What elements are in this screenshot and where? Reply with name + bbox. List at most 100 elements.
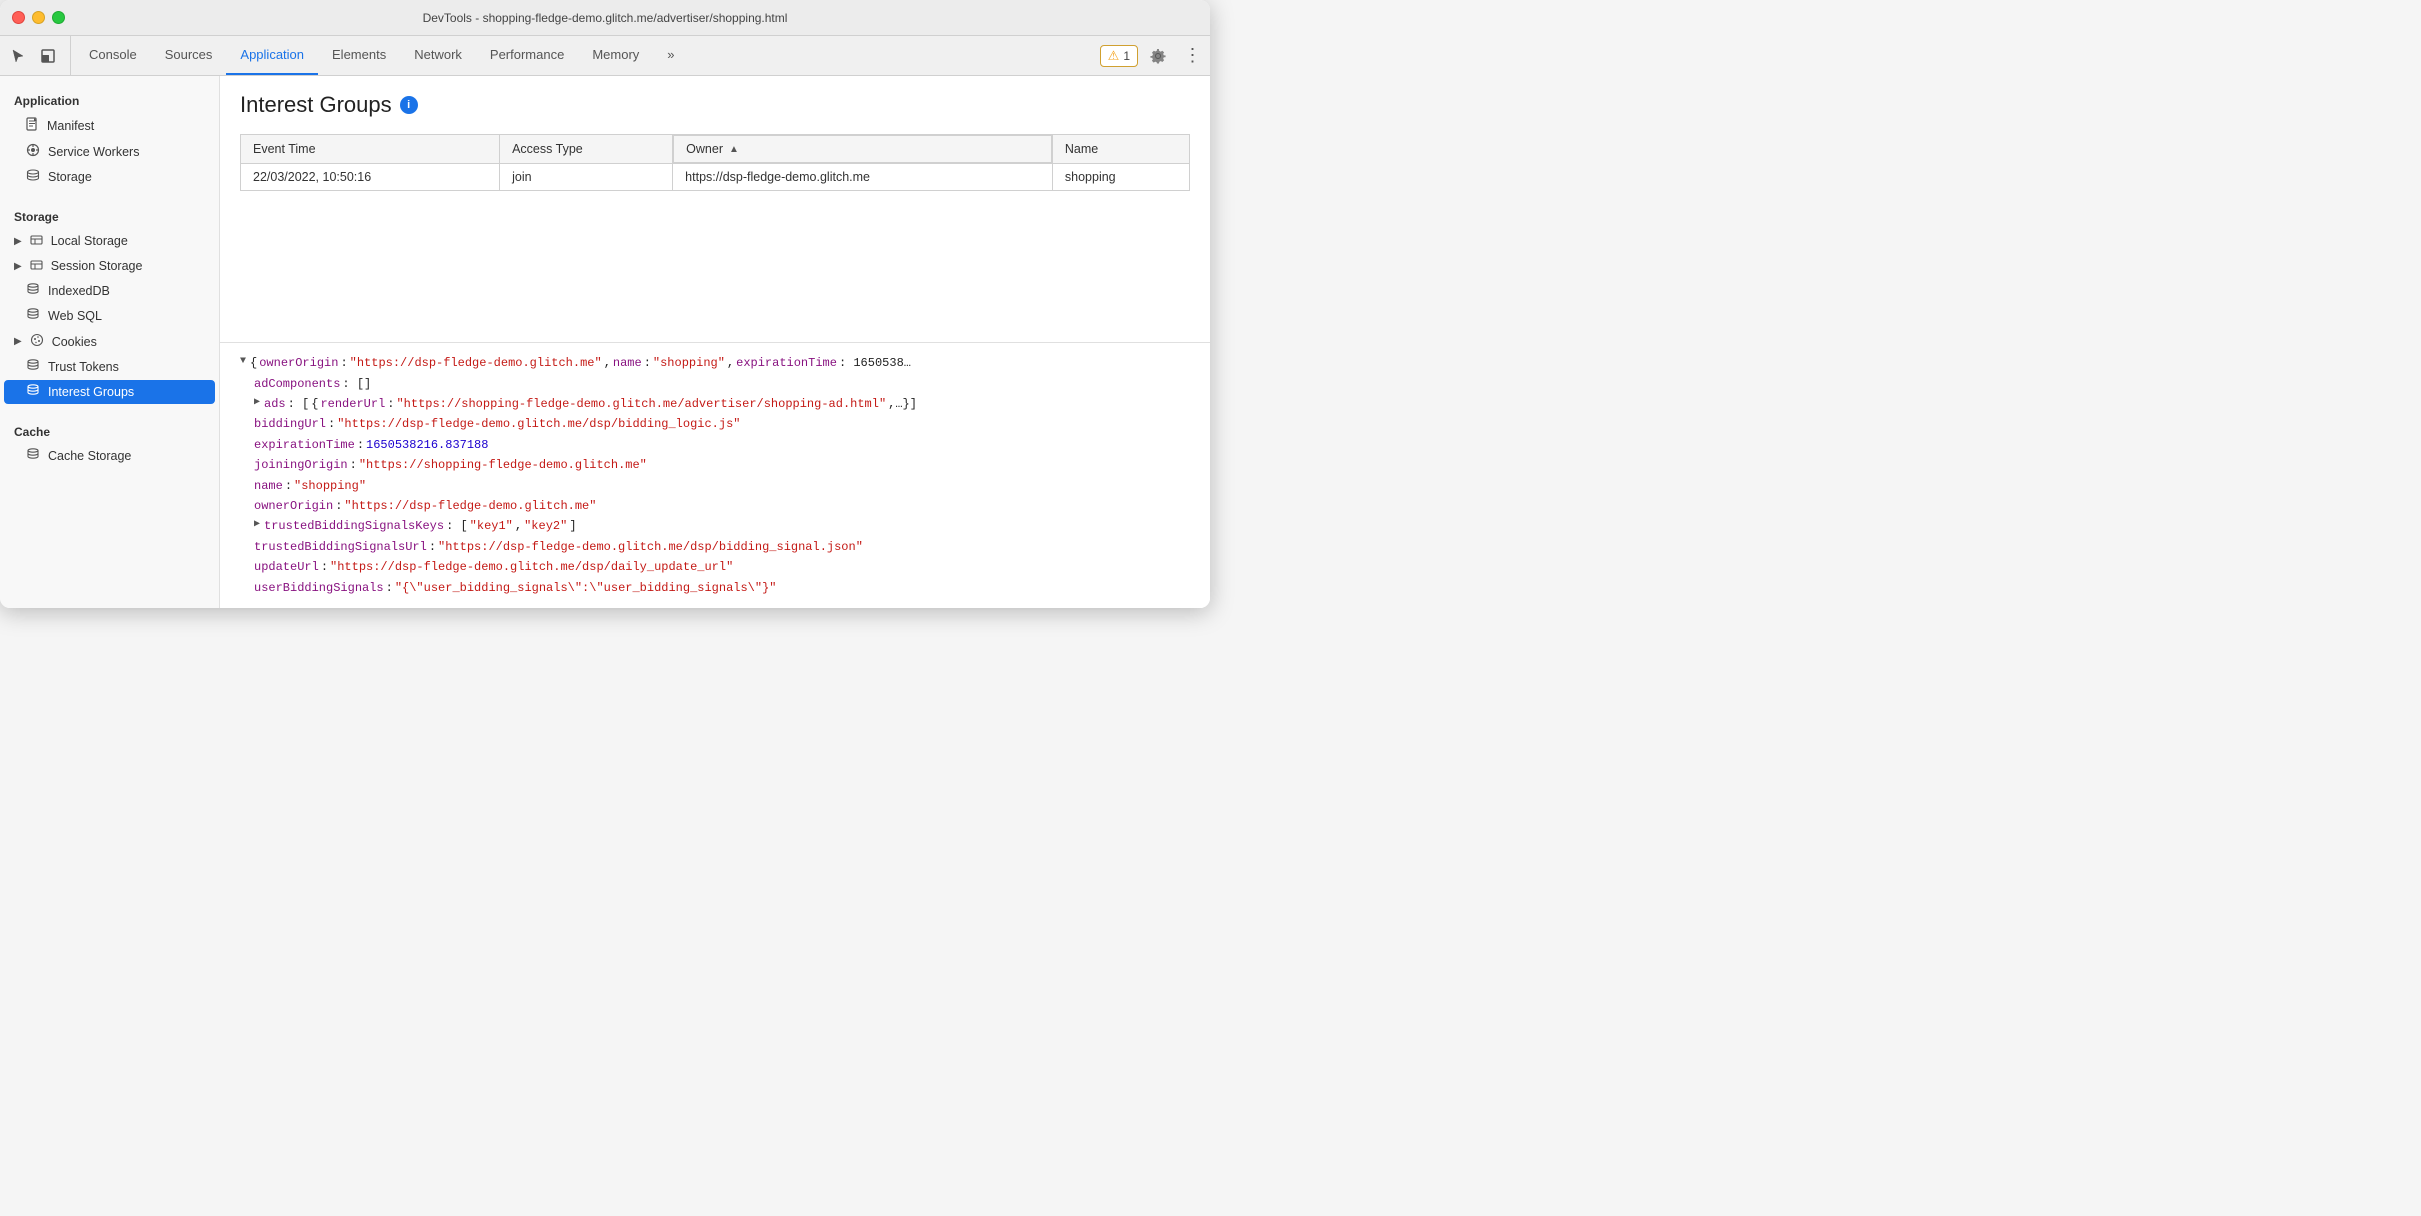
main-content: Application Manifest	[0, 76, 1210, 608]
toolbar: Console Sources Application Elements Net…	[0, 36, 1210, 76]
sidebar-item-storage-label: Storage	[48, 170, 92, 184]
col-owner[interactable]: Owner ▲	[673, 135, 1052, 163]
table-row[interactable]: 22/03/2022, 10:50:16 join https://dsp-fl…	[241, 164, 1190, 191]
table-body: 22/03/2022, 10:50:16 join https://dsp-fl…	[241, 164, 1190, 191]
sidebar-item-web-sql-label: Web SQL	[48, 309, 102, 323]
minimize-button[interactable]	[32, 11, 45, 24]
sidebar-item-service-workers[interactable]: Service Workers	[4, 139, 215, 164]
col-access-type[interactable]: Access Type	[500, 135, 673, 164]
trusted-keys-toggle[interactable]: ▶	[254, 516, 260, 533]
json-line-trustedbiddingsignalsurl: trustedBiddingSignalsUrl : "https://dsp-…	[240, 537, 1194, 557]
warning-icon: ⚠	[1108, 48, 1120, 64]
sidebar-item-cookies[interactable]: ▶ Cookies	[4, 329, 215, 354]
json-line-updateurl: updateUrl : "https://dsp-fledge-demo.gli…	[240, 557, 1194, 577]
json-line-expirationtime: expirationTime : 1650538216.837188	[240, 435, 1194, 455]
warning-badge[interactable]: ⚠ 1	[1100, 45, 1138, 67]
local-storage-arrow: ▶	[14, 236, 22, 247]
trust-tokens-icon	[26, 359, 40, 375]
window-title: DevTools - shopping-fledge-demo.glitch.m…	[423, 11, 788, 25]
sidebar-section-cache: Cache	[0, 417, 219, 443]
manifest-icon	[26, 117, 39, 134]
sidebar-item-session-storage[interactable]: ▶ Session Storage	[4, 254, 215, 278]
local-storage-icon	[30, 233, 43, 249]
toolbar-left-icons	[4, 36, 71, 75]
json-line-trustedbiddingsignalskeys: ▶ trustedBiddingSignalsKeys : [ "key1" ,…	[240, 516, 1194, 536]
close-button[interactable]	[12, 11, 25, 24]
sidebar-item-storage[interactable]: Storage	[4, 165, 215, 189]
info-icon[interactable]: i	[400, 96, 418, 114]
json-line-userbiddingsignals: userBiddingSignals : "{\"user_bidding_si…	[240, 578, 1194, 598]
json-line-root: ▼ { ownerOrigin : "https://dsp-fledge-de…	[240, 353, 1194, 373]
sidebar-item-interest-groups-label: Interest Groups	[48, 385, 134, 399]
panel-title: Interest Groups	[240, 92, 392, 118]
session-storage-icon	[30, 258, 43, 274]
tab-memory[interactable]: Memory	[578, 36, 653, 75]
cursor-icon[interactable]	[4, 42, 32, 70]
tab-console[interactable]: Console	[75, 36, 151, 75]
tab-elements[interactable]: Elements	[318, 36, 400, 75]
cell-name: shopping	[1052, 164, 1189, 191]
cookies-arrow: ▶	[14, 336, 22, 347]
sidebar-item-local-storage[interactable]: ▶ Local Storage	[4, 229, 215, 253]
content-panel: Interest Groups i Event Time Access Type	[220, 76, 1210, 608]
sidebar-item-cache-storage[interactable]: Cache Storage	[4, 444, 215, 468]
session-storage-arrow: ▶	[14, 261, 22, 272]
sidebar-item-manifest[interactable]: Manifest	[4, 113, 215, 138]
tab-application[interactable]: Application	[226, 36, 318, 75]
ads-toggle[interactable]: ▶	[254, 394, 260, 411]
cell-access-type: join	[500, 164, 673, 191]
sidebar-item-cache-storage-label: Cache Storage	[48, 449, 131, 463]
sidebar-item-indexeddb[interactable]: IndexedDB	[4, 279, 215, 303]
sidebar-item-trust-tokens-label: Trust Tokens	[48, 360, 119, 374]
sidebar-item-trust-tokens[interactable]: Trust Tokens	[4, 355, 215, 379]
sidebar-item-cookies-label: Cookies	[52, 335, 97, 349]
toolbar-right: ⚠ 1 ⋮	[1092, 36, 1206, 75]
table-header: Event Time Access Type Owner ▲ Name	[241, 135, 1190, 164]
sidebar-item-indexeddb-label: IndexedDB	[48, 284, 110, 298]
json-line-ownerorigin: ownerOrigin : "https://dsp-fledge-demo.g…	[240, 496, 1194, 516]
interest-groups-table: Event Time Access Type Owner ▲ Name	[240, 134, 1190, 191]
tab-performance[interactable]: Performance	[476, 36, 578, 75]
tab-sources[interactable]: Sources	[151, 36, 227, 75]
json-line-adcomponents: adComponents : []	[240, 374, 1194, 394]
sidebar-item-manifest-label: Manifest	[47, 119, 94, 133]
sidebar-item-service-workers-label: Service Workers	[48, 145, 139, 159]
interest-groups-icon	[26, 384, 40, 400]
json-line-ads: ▶ ads : [ { renderUrl : "https://shoppin…	[240, 394, 1194, 414]
owner-sort-arrow: ▲	[729, 144, 739, 155]
sidebar-item-interest-groups[interactable]: Interest Groups	[4, 380, 215, 404]
sidebar: Application Manifest	[0, 76, 220, 608]
devtools-window: DevTools - shopping-fledge-demo.glitch.m…	[0, 0, 1210, 608]
sidebar-item-local-storage-label: Local Storage	[51, 234, 128, 248]
sidebar-item-web-sql[interactable]: Web SQL	[4, 304, 215, 328]
tab-network[interactable]: Network	[400, 36, 476, 75]
cookies-icon	[30, 333, 44, 350]
root-toggle[interactable]: ▼	[240, 353, 246, 370]
storage-icon	[26, 169, 40, 185]
interest-groups-panel: Interest Groups i Event Time Access Type	[220, 76, 1210, 342]
tab-more[interactable]: »	[653, 36, 688, 75]
web-sql-icon	[26, 308, 40, 324]
sidebar-section-application: Application	[0, 86, 219, 112]
panel-title-row: Interest Groups i	[240, 92, 1190, 118]
warning-count: 1	[1123, 49, 1130, 63]
cache-storage-icon	[26, 448, 40, 464]
traffic-lights	[12, 11, 65, 24]
json-line-joiningorigin: joiningOrigin : "https://shopping-fledge…	[240, 455, 1194, 475]
json-line-name: name : "shopping"	[240, 476, 1194, 496]
service-workers-icon	[26, 143, 40, 160]
indexeddb-icon	[26, 283, 40, 299]
detail-pane: ▼ { ownerOrigin : "https://dsp-fledge-de…	[220, 342, 1210, 608]
dock-icon[interactable]	[34, 42, 62, 70]
col-name[interactable]: Name	[1052, 135, 1189, 164]
more-options-button[interactable]: ⋮	[1178, 42, 1206, 70]
settings-button[interactable]	[1144, 42, 1172, 70]
cell-event-time: 22/03/2022, 10:50:16	[241, 164, 500, 191]
sidebar-section-storage: Storage	[0, 202, 219, 228]
maximize-button[interactable]	[52, 11, 65, 24]
titlebar: DevTools - shopping-fledge-demo.glitch.m…	[0, 0, 1210, 36]
toolbar-tabs: Console Sources Application Elements Net…	[75, 36, 1092, 75]
cell-owner: https://dsp-fledge-demo.glitch.me	[673, 164, 1053, 191]
col-event-time[interactable]: Event Time	[241, 135, 500, 164]
json-line-biddingurl: biddingUrl : "https://dsp-fledge-demo.gl…	[240, 414, 1194, 434]
